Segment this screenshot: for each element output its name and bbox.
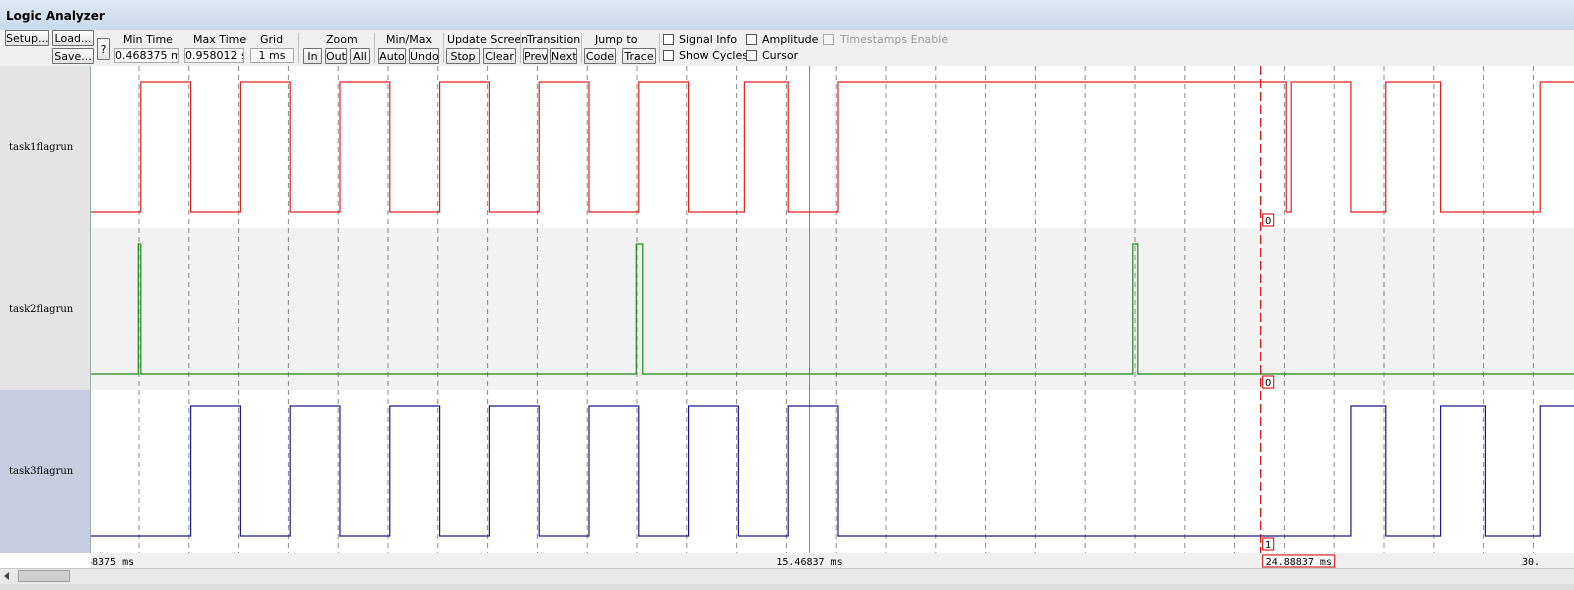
scroll-left-arrow-icon[interactable]	[4, 572, 9, 580]
transition-prev-button[interactable]: Prev	[523, 48, 548, 64]
cursor-label: Cursor	[762, 49, 799, 62]
signal-info-checkbox[interactable]	[663, 34, 674, 45]
help-button[interactable]: ?	[97, 38, 110, 60]
update-screen-header: Update Screen	[447, 33, 529, 46]
time-axis-label: 30.	[1522, 557, 1540, 568]
update-stop-button[interactable]: Stop	[446, 48, 480, 64]
setup-button[interactable]: Setup...	[5, 30, 49, 46]
load-button[interactable]: Load...	[52, 30, 94, 46]
toolbar-separator	[659, 33, 660, 63]
zoom-in-button[interactable]: In	[303, 48, 322, 64]
toolbar-separator	[581, 33, 582, 63]
jump-to-header: Jump to	[595, 33, 638, 46]
transition-header: Transition	[527, 33, 581, 46]
signal-row-bg	[91, 228, 1574, 390]
minmax-header: Min/Max	[386, 33, 432, 46]
signal-name-task1[interactable]: task1flagrun	[0, 66, 91, 228]
zoom-out-button[interactable]: Out	[325, 48, 347, 64]
toolbar-separator	[298, 33, 299, 63]
max-time-header: Max Time	[193, 33, 247, 46]
save-button[interactable]: Save...	[52, 48, 94, 64]
signal-row-bg	[91, 66, 1574, 228]
signal-name-task3[interactable]: task3flagrun	[0, 390, 91, 553]
signal-label: task1flagrun	[9, 141, 74, 153]
horizontal-scrollbar[interactable]	[0, 568, 1574, 585]
grid-value: 1 ms	[250, 48, 294, 63]
cursor-value: 0	[1265, 378, 1271, 389]
signal-info-label: Signal Info	[679, 33, 738, 46]
min-time-header: Min Time	[123, 33, 173, 46]
window-bottom-edge	[0, 584, 1574, 590]
minmax-undo-button[interactable]: Undo	[409, 48, 439, 64]
zoom-all-button[interactable]: All	[350, 48, 370, 64]
toolbar-separator	[443, 33, 444, 63]
show-cycles-label: Show Cycles	[679, 49, 748, 62]
amplitude-checkbox[interactable]	[746, 34, 757, 45]
window-title: Logic Analyzer	[6, 9, 105, 23]
signal-name-task2[interactable]: task2flagrun	[0, 228, 91, 390]
jump-code-button[interactable]: Code	[584, 48, 616, 64]
toolbar-separator	[374, 33, 375, 63]
timestamps-enable-label: Timestamps Enable	[840, 33, 949, 46]
timestamps-enable-checkbox[interactable]	[823, 34, 834, 45]
transition-next-button[interactable]: Next	[550, 48, 577, 64]
scroll-thumb[interactable]	[18, 570, 70, 582]
show-cycles-checkbox[interactable]	[663, 50, 674, 61]
cursor-value: 1	[1265, 540, 1271, 551]
max-time-value: 0.958012 s	[184, 48, 244, 63]
toolbar-separator	[520, 33, 521, 63]
cursor-value: 0	[1265, 216, 1271, 227]
signal-label: task3flagrun	[9, 466, 74, 477]
cursor-time-label: 24.88837 ms	[1266, 557, 1332, 568]
grid-header: Grid	[260, 33, 284, 46]
signal-row-bg	[91, 390, 1574, 553]
time-axis-label: 15.46837 ms	[776, 557, 842, 568]
toolbar: Setup... Load... Save... ? Min Time 0.46…	[0, 30, 1574, 67]
amplitude-label: Amplitude	[762, 33, 819, 46]
signal-label: task2flagrun	[9, 303, 74, 315]
jump-trace-button[interactable]: Trace	[622, 48, 656, 64]
cursor-checkbox[interactable]	[746, 50, 757, 61]
waveform-area[interactable]: 101010 00124.88837 ms 0.468375 ms15.4683…	[91, 66, 1574, 568]
min-time-value: 0.468375 ms	[114, 48, 179, 63]
update-clear-button[interactable]: Clear	[483, 48, 516, 64]
time-axis-label: 0.468375 ms	[91, 557, 134, 568]
zoom-header: Zoom	[326, 33, 358, 46]
minmax-auto-button[interactable]: Auto	[378, 48, 406, 64]
window-titlebar: Logic Analyzer	[0, 0, 1574, 31]
